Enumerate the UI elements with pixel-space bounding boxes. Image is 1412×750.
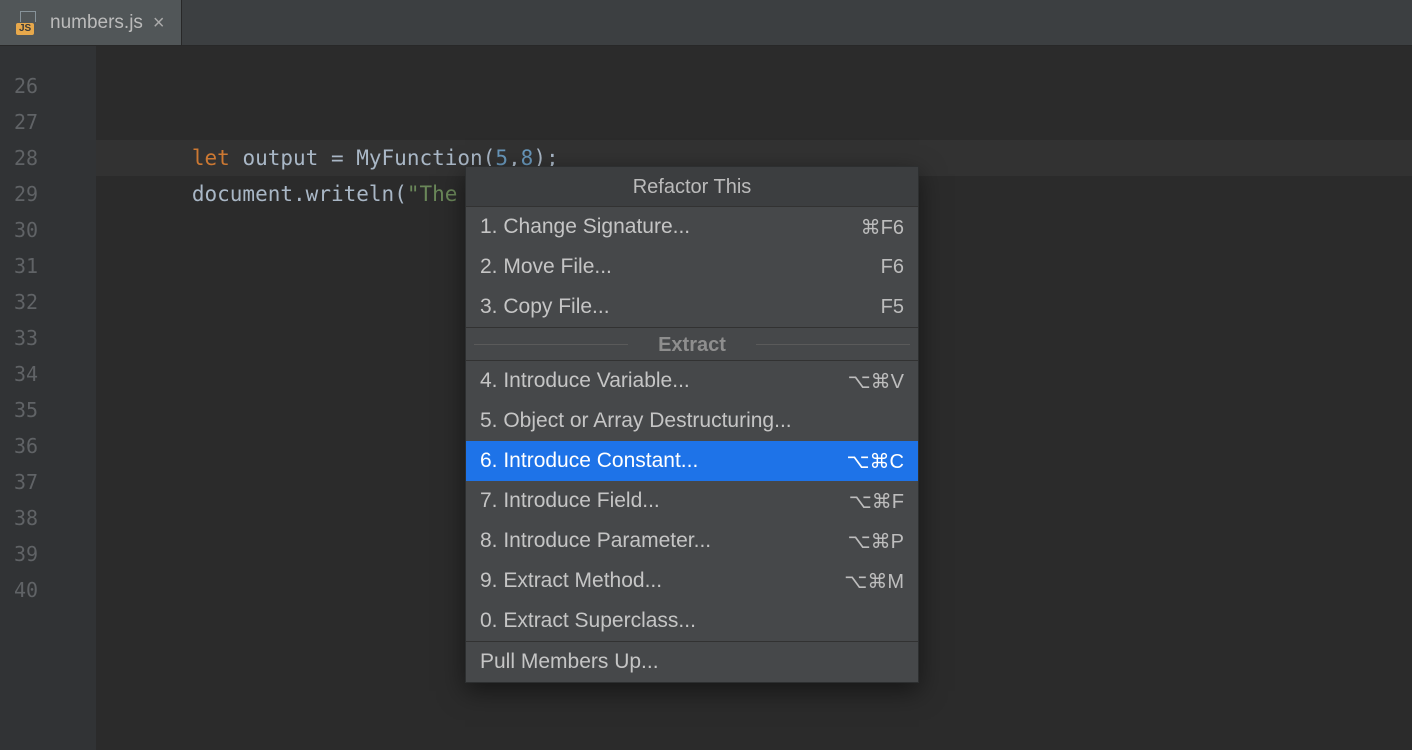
code-area[interactable]: let output = MyFunction(5,8); document.w…	[96, 46, 1412, 750]
popup-item-label: 3. Copy File...	[480, 295, 610, 319]
popup-item[interactable]: 8. Introduce Parameter... ⌥⌘P	[466, 521, 918, 561]
code-line-26[interactable]	[96, 68, 1412, 104]
editor: 262728293031323334353637383940 let outpu…	[0, 46, 1412, 750]
fn-myfunction: MyFunction	[356, 146, 482, 170]
popup-item-label: 2. Move File...	[480, 255, 612, 279]
line-number: 39	[0, 536, 96, 572]
popup-item-label: 1. Change Signature...	[480, 215, 690, 239]
popup-item[interactable]: 3. Copy File... F5	[466, 287, 918, 327]
popup-item[interactable]: 6. Introduce Constant... ⌥⌘C	[466, 441, 918, 481]
popup-title: Refactor This	[466, 167, 918, 207]
line-number: 37	[0, 464, 96, 500]
line-number: 26	[0, 68, 96, 104]
popup-item-shortcut: F6	[881, 256, 904, 279]
js-badge: JS	[16, 23, 34, 35]
popup-item[interactable]: Pull Members Up...	[466, 642, 918, 682]
ident-document: document	[192, 182, 293, 206]
tab-bar: JS numbers.js ×	[0, 0, 1412, 46]
popup-item-label: Pull Members Up...	[480, 650, 659, 674]
line-number: 30	[0, 212, 96, 248]
popup-item[interactable]: 7. Introduce Field... ⌥⌘F	[466, 481, 918, 521]
popup-item-shortcut: ⌥⌘V	[848, 369, 904, 394]
line-number: 31	[0, 248, 96, 284]
line-number: 34	[0, 356, 96, 392]
line-number: 33	[0, 320, 96, 356]
popup-item-label: 8. Introduce Parameter...	[480, 529, 711, 553]
refactor-popup: Refactor This 1. Change Signature... ⌘F6 2…	[465, 166, 919, 683]
js-file-icon: JS	[16, 11, 40, 35]
popup-item-shortcut: ⌘F6	[861, 215, 904, 240]
dot: .	[293, 182, 306, 206]
line-number: 32	[0, 284, 96, 320]
line-number: 36	[0, 428, 96, 464]
line-number: 27	[0, 104, 96, 140]
popup-item-shortcut: ⌥⌘M	[844, 569, 904, 594]
line-number: 28	[0, 140, 96, 176]
popup-item-shortcut: ⌥⌘C	[847, 449, 905, 474]
line-number: 35	[0, 392, 96, 428]
ident-output: output	[242, 146, 331, 170]
popup-item-shortcut: F5	[881, 296, 904, 319]
keyword-let: let	[192, 146, 243, 170]
popup-item[interactable]: 2. Move File... F6	[466, 247, 918, 287]
popup-item-label: 5. Object or Array Destructuring...	[480, 409, 792, 433]
tab-filename: numbers.js	[50, 12, 143, 34]
popup-item-label: 0. Extract Superclass...	[480, 609, 696, 633]
popup-item-label: 7. Introduce Field...	[480, 489, 660, 513]
popup-item[interactable]: 5. Object or Array Destructuring...	[466, 401, 918, 441]
popup-item[interactable]: 1. Change Signature... ⌘F6	[466, 207, 918, 247]
popup-item[interactable]: 9. Extract Method... ⌥⌘M	[466, 561, 918, 601]
popup-item-shortcut: ⌥⌘F	[849, 489, 904, 514]
gutter: 262728293031323334353637383940	[0, 46, 96, 750]
popup-item-shortcut: ⌥⌘P	[848, 529, 904, 554]
popup-item[interactable]: 0. Extract Superclass...	[466, 601, 918, 641]
popup-item[interactable]: 4. Introduce Variable... ⌥⌘V	[466, 361, 918, 401]
line-number: 29	[0, 176, 96, 212]
popup-item-label: 6. Introduce Constant...	[480, 449, 698, 473]
popup-section-extract: Extract	[466, 327, 918, 361]
line-number: 38	[0, 500, 96, 536]
close-icon[interactable]: ×	[153, 13, 165, 33]
paren-open2: (	[394, 182, 407, 206]
editor-tab[interactable]: JS numbers.js ×	[0, 0, 182, 45]
method-writeln: writeln	[306, 182, 395, 206]
popup-item-label: 9. Extract Method...	[480, 569, 662, 593]
eq: =	[331, 146, 356, 170]
line-number: 40	[0, 572, 96, 608]
code-line-27[interactable]: let output = MyFunction(5,8);	[96, 104, 1412, 140]
popup-item-label: 4. Introduce Variable...	[480, 369, 690, 393]
